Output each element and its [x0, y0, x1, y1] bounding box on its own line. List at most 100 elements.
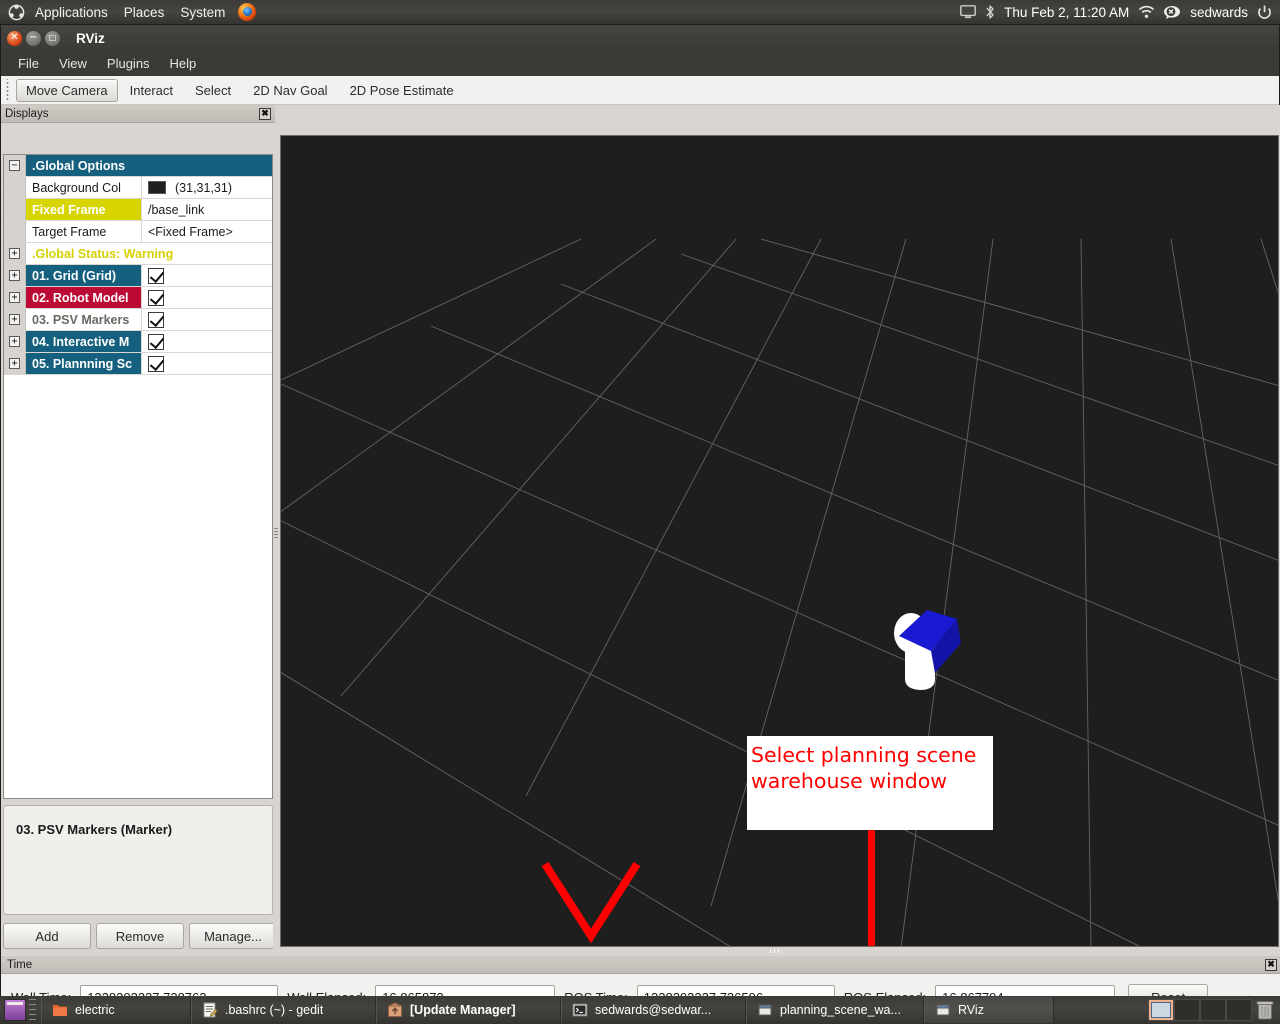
- expander-cell[interactable]: +: [4, 353, 26, 374]
- workspace-switcher[interactable]: [1148, 999, 1252, 1021]
- annotation-text: Select planning scene warehouse window: [751, 743, 977, 793]
- splitter-grip[interactable]: [769, 949, 782, 953]
- panel-clock[interactable]: Thu Feb 2, 11:20 AM: [1004, 5, 1129, 20]
- row-value-cell[interactable]: [141, 265, 272, 286]
- table-row[interactable]: + 05. Plannning Sc: [4, 353, 272, 375]
- workspace-1[interactable]: [1148, 999, 1174, 1021]
- menu-view[interactable]: View: [50, 54, 96, 73]
- tool-2d-pose-estimate[interactable]: 2D Pose Estimate: [340, 79, 464, 102]
- rviz-window: ✕ − □ RViz File View Plugins Help Move C…: [0, 24, 1280, 1021]
- displays-panel: − .Global Options Background Col (31,31,…: [3, 135, 277, 953]
- displays-tree[interactable]: − .Global Options Background Col (31,31,…: [3, 154, 273, 799]
- row-value-cell[interactable]: (31,31,31): [141, 177, 272, 198]
- expand-icon[interactable]: +: [9, 292, 20, 303]
- enabled-checkbox[interactable]: [148, 289, 164, 306]
- taskbar-grip[interactable]: [29, 999, 36, 1021]
- menu-file[interactable]: File: [9, 54, 48, 73]
- minimize-icon[interactable]: −: [26, 30, 41, 46]
- row-value-cell[interactable]: [141, 331, 272, 352]
- workspace-3[interactable]: [1200, 999, 1226, 1021]
- table-row[interactable]: + .Global Status: Warning: [4, 243, 272, 265]
- vertical-splitter[interactable]: [273, 135, 279, 953]
- collapse-icon[interactable]: −: [9, 160, 20, 171]
- splitter-grip[interactable]: [274, 527, 278, 539]
- enabled-checkbox[interactable]: [148, 267, 164, 284]
- menu-applications[interactable]: Applications: [27, 3, 116, 22]
- show-desktop-icon[interactable]: [4, 999, 26, 1021]
- tool-2d-nav-goal[interactable]: 2D Nav Goal: [243, 79, 337, 102]
- workspace-2[interactable]: [1174, 999, 1200, 1021]
- render-viewport-3d[interactable]: Select planning scene warehouse window: [280, 135, 1279, 947]
- tool-select[interactable]: Select: [185, 79, 241, 102]
- terminal-icon: [572, 1003, 588, 1017]
- maximize-icon[interactable]: □: [45, 30, 60, 46]
- expand-icon[interactable]: +: [9, 336, 20, 347]
- task-button-electric[interactable]: electric: [41, 997, 191, 1023]
- table-row[interactable]: + 04. Interactive M: [4, 331, 272, 353]
- workspace-4[interactable]: [1226, 999, 1252, 1021]
- window-icon: [758, 1004, 772, 1016]
- task-button-planning-scene-warehouse[interactable]: planning_scene_wa...: [746, 997, 924, 1023]
- expander-cell[interactable]: +: [4, 265, 26, 286]
- menu-system[interactable]: System: [172, 3, 233, 22]
- wifi-icon[interactable]: [1138, 5, 1155, 19]
- row-value-cell[interactable]: [141, 309, 272, 330]
- add-button[interactable]: Add: [3, 923, 91, 949]
- expander-cell: [4, 177, 26, 198]
- enabled-checkbox[interactable]: [148, 355, 164, 372]
- task-button-gedit[interactable]: .bashrc (~) - gedit: [191, 997, 376, 1023]
- tool-interact[interactable]: Interact: [120, 79, 183, 102]
- displays-close-icon[interactable]: ✖: [259, 107, 271, 120]
- task-button-terminal[interactable]: sedwards@sedwar...: [561, 997, 746, 1023]
- toolbar-grip[interactable]: [3, 79, 12, 101]
- bluetooth-icon[interactable]: [985, 4, 995, 20]
- trash-icon[interactable]: [1256, 1000, 1274, 1020]
- firefox-icon[interactable]: [238, 3, 257, 21]
- remove-button[interactable]: Remove: [96, 923, 184, 949]
- expander-cell[interactable]: −: [4, 155, 26, 176]
- row-label: 04. Interactive M: [26, 331, 141, 352]
- expander-cell[interactable]: +: [4, 309, 26, 330]
- messaging-indicator-icon[interactable]: [1164, 5, 1181, 20]
- expander-cell[interactable]: +: [4, 243, 26, 264]
- task-button-update-manager[interactable]: [Update Manager]: [376, 997, 561, 1023]
- expander-cell[interactable]: +: [4, 287, 26, 308]
- row-value-cell[interactable]: [141, 287, 272, 308]
- ubuntu-logo-icon[interactable]: [8, 4, 25, 21]
- annotation-callout-box: Select planning scene warehouse window: [747, 736, 993, 830]
- table-row[interactable]: + 01. Grid (Grid): [4, 265, 272, 287]
- table-row[interactable]: + 03. PSV Markers: [4, 309, 272, 331]
- manage-button[interactable]: Manage...: [189, 923, 277, 949]
- color-swatch-icon[interactable]: [148, 181, 166, 194]
- task-button-rviz[interactable]: RViz: [924, 997, 1054, 1023]
- gnome-top-panel: Applications Places System Thu Feb 2, 11…: [0, 0, 1280, 24]
- expand-icon[interactable]: +: [9, 358, 20, 369]
- row-value[interactable]: <Fixed Frame>: [141, 221, 272, 242]
- time-close-icon[interactable]: ✖: [1265, 958, 1277, 971]
- row-value-cell[interactable]: [141, 353, 272, 374]
- close-icon[interactable]: ✕: [7, 30, 22, 46]
- power-icon[interactable]: [1257, 5, 1272, 20]
- menu-plugins[interactable]: Plugins: [98, 54, 159, 73]
- row-label: Target Frame: [26, 221, 141, 242]
- menu-help[interactable]: Help: [161, 54, 206, 73]
- expand-icon[interactable]: +: [9, 270, 20, 281]
- expander-cell[interactable]: +: [4, 331, 26, 352]
- row-value[interactable]: /base_link: [141, 199, 272, 220]
- user-name-label[interactable]: sedwards: [1190, 5, 1248, 20]
- table-row[interactable]: + 02. Robot Model: [4, 287, 272, 309]
- expand-icon[interactable]: +: [9, 248, 20, 259]
- enabled-checkbox[interactable]: [148, 311, 164, 328]
- window-list-taskbar: electric .bashrc (~) - gedit [Update Man…: [0, 996, 1280, 1024]
- table-row[interactable]: Background Col (31,31,31): [4, 177, 272, 199]
- table-row[interactable]: Target Frame <Fixed Frame>: [4, 221, 272, 243]
- displays-panel-title: Displays: [5, 107, 49, 120]
- menu-places[interactable]: Places: [116, 3, 173, 22]
- tool-move-camera[interactable]: Move Camera: [16, 78, 118, 102]
- enabled-checkbox[interactable]: [148, 333, 164, 350]
- display-icon[interactable]: [960, 5, 977, 19]
- horizontal-splitter[interactable]: [280, 948, 1279, 955]
- table-row[interactable]: Fixed Frame /base_link: [4, 199, 272, 221]
- expand-icon[interactable]: +: [9, 314, 20, 325]
- table-row[interactable]: − .Global Options: [4, 155, 272, 177]
